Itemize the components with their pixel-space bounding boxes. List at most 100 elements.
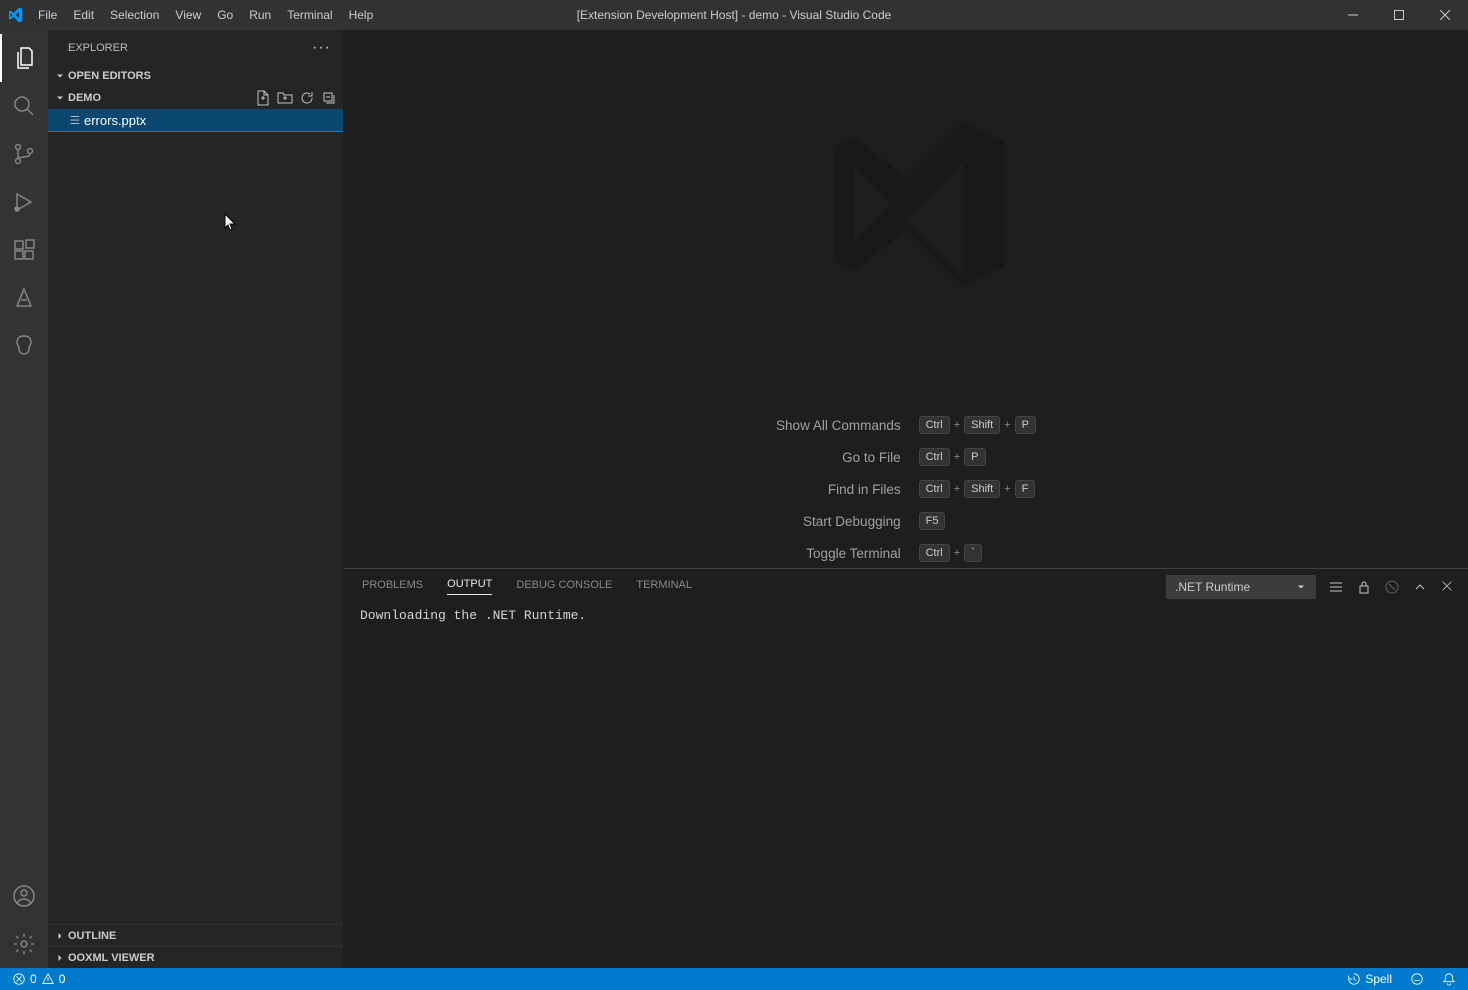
- menu-run[interactable]: Run: [241, 0, 279, 30]
- outline-label: OUTLINE: [68, 930, 116, 942]
- main-area: EXPLORER ··· OPEN EDITORS DEMO: [0, 30, 1468, 968]
- shortcut-label: Toggle Terminal: [776, 546, 901, 561]
- tab-debug-console[interactable]: DEBUG CONSOLE: [516, 579, 612, 595]
- mouse-cursor-icon: [224, 213, 238, 233]
- maximize-button[interactable]: [1376, 0, 1422, 30]
- status-errors[interactable]: 0 0: [8, 972, 69, 986]
- error-icon: [12, 972, 26, 986]
- file-name: errors.pptx: [84, 113, 146, 128]
- folder-label: DEMO: [68, 92, 101, 104]
- editor-area: Show All Commands Ctrl+ Shift+ P Go to F…: [344, 30, 1468, 968]
- output-channel-select[interactable]: .NET Runtime: [1166, 575, 1316, 599]
- key: Ctrl: [919, 480, 950, 498]
- key: Shift: [964, 416, 1000, 434]
- history-icon: [1347, 972, 1361, 986]
- activity-account-icon[interactable]: [0, 872, 48, 920]
- sidebar-more-icon[interactable]: ···: [312, 39, 331, 57]
- menu-edit[interactable]: Edit: [65, 0, 102, 30]
- key: P: [1015, 416, 1036, 434]
- error-count: 0: [30, 972, 37, 986]
- menu-go[interactable]: Go: [209, 0, 241, 30]
- activity-explorer-icon[interactable]: [0, 34, 48, 82]
- file-icon: [66, 113, 84, 127]
- warning-count: 0: [59, 972, 66, 986]
- shortcut-label: Go to File: [776, 450, 901, 465]
- activity-extensions-icon[interactable]: [0, 226, 48, 274]
- section-folder[interactable]: DEMO: [48, 87, 343, 109]
- sidebar-explorer: EXPLORER ··· OPEN EDITORS DEMO: [48, 30, 344, 968]
- status-bar: 0 0 Spell: [0, 968, 1468, 990]
- shortcut-keys: Ctrl+ Shift+ F: [919, 480, 1036, 498]
- panel-close-icon[interactable]: [1440, 579, 1454, 595]
- section-open-editors[interactable]: OPEN EDITORS: [48, 65, 343, 87]
- menu-selection[interactable]: Selection: [102, 0, 167, 30]
- vscode-watermark-icon: [776, 100, 1036, 360]
- bottom-panel: PROBLEMS OUTPUT DEBUG CONSOLE TERMINAL .…: [344, 568, 1468, 968]
- menu-help[interactable]: Help: [341, 0, 382, 30]
- key: Ctrl: [919, 544, 950, 562]
- ooxml-label: OOXML VIEWER: [68, 952, 155, 964]
- minimize-button[interactable]: [1330, 0, 1376, 30]
- panel-maximize-icon[interactable]: [1412, 579, 1428, 595]
- status-feedback-icon[interactable]: [1406, 972, 1428, 986]
- window-controls: [1330, 0, 1468, 30]
- sidebar-header: EXPLORER ···: [48, 30, 343, 65]
- close-button[interactable]: [1422, 0, 1468, 30]
- activity-bar: [0, 30, 48, 968]
- section-outline[interactable]: OUTLINE: [48, 924, 343, 946]
- folder-actions: [255, 90, 343, 106]
- activity-source-control-icon[interactable]: [0, 130, 48, 178]
- file-item[interactable]: errors.pptx: [48, 109, 343, 131]
- shortcut-keys: F5: [919, 512, 1036, 530]
- vscode-logo-icon: [0, 7, 30, 23]
- activity-azure-icon[interactable]: [0, 274, 48, 322]
- chevron-right-icon: [52, 930, 68, 942]
- shortcut-label: Show All Commands: [776, 418, 901, 433]
- key: Ctrl: [919, 448, 950, 466]
- menu-file[interactable]: File: [30, 0, 65, 30]
- tab-terminal[interactable]: TERMINAL: [636, 579, 692, 595]
- welcome-shortcuts: Show All Commands Ctrl+ Shift+ P Go to F…: [776, 416, 1036, 562]
- status-notifications-icon[interactable]: [1438, 972, 1460, 986]
- chevron-down-icon: [52, 92, 68, 104]
- chevron-down-icon: [52, 70, 68, 82]
- output-content[interactable]: Downloading the .NET Runtime.: [344, 604, 1468, 968]
- tab-output[interactable]: OUTPUT: [447, 578, 492, 595]
- activity-settings-icon[interactable]: [0, 920, 48, 968]
- output-lock-icon[interactable]: [1356, 579, 1372, 595]
- chevron-down-icon: [1295, 581, 1307, 593]
- shortcut-label: Start Debugging: [776, 514, 901, 529]
- shortcut-label: Find in Files: [776, 482, 901, 497]
- collapse-all-icon[interactable]: [321, 90, 337, 106]
- warning-icon: [41, 972, 55, 986]
- welcome-view: Show All Commands Ctrl+ Shift+ P Go to F…: [344, 30, 1468, 568]
- menu-bar: File Edit Selection View Go Run Terminal…: [30, 0, 381, 30]
- menu-terminal[interactable]: Terminal: [279, 0, 340, 30]
- activity-run-debug-icon[interactable]: [0, 178, 48, 226]
- output-toggle-wrap-icon[interactable]: [1328, 579, 1344, 595]
- refresh-icon[interactable]: [299, 90, 315, 106]
- panel-tabs: PROBLEMS OUTPUT DEBUG CONSOLE TERMINAL .…: [344, 569, 1468, 604]
- window-title: [Extension Development Host] - demo - Vi…: [577, 8, 892, 22]
- file-tree[interactable]: errors.pptx: [48, 109, 343, 924]
- new-file-icon[interactable]: [255, 90, 271, 106]
- new-folder-icon[interactable]: [277, 90, 293, 106]
- titlebar: File Edit Selection View Go Run Terminal…: [0, 0, 1468, 30]
- sidebar-title: EXPLORER: [68, 42, 128, 54]
- menu-view[interactable]: View: [167, 0, 209, 30]
- spell-label: Spell: [1365, 972, 1392, 986]
- key: F: [1015, 480, 1036, 498]
- open-editors-label: OPEN EDITORS: [68, 70, 151, 82]
- key: P: [964, 448, 985, 466]
- tab-problems[interactable]: PROBLEMS: [362, 579, 423, 595]
- status-spell[interactable]: Spell: [1343, 972, 1396, 986]
- activity-misc-icon[interactable]: [0, 322, 48, 370]
- key: F5: [919, 512, 946, 530]
- output-channel-label: .NET Runtime: [1175, 580, 1250, 594]
- activity-search-icon[interactable]: [0, 82, 48, 130]
- section-ooxml-viewer[interactable]: OOXML VIEWER: [48, 946, 343, 968]
- key: Ctrl: [919, 416, 950, 434]
- chevron-right-icon: [52, 952, 68, 964]
- output-clear-icon[interactable]: [1384, 579, 1400, 595]
- shortcut-keys: Ctrl+ `: [919, 544, 1036, 562]
